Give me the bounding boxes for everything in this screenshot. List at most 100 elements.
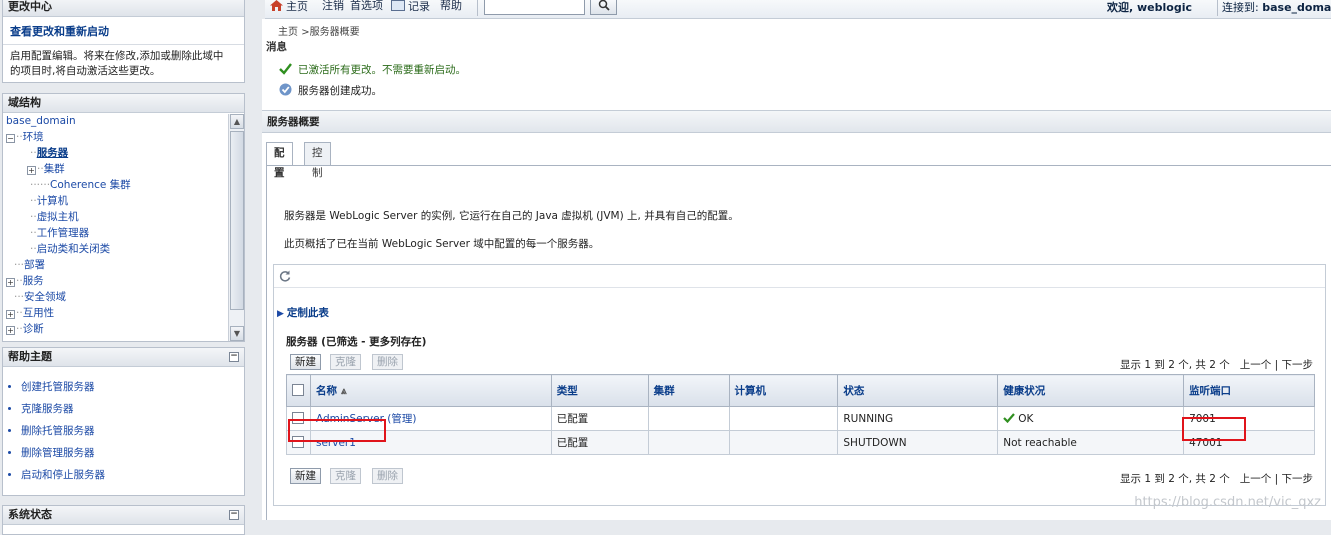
help-link-start-stop-servers[interactable]: 启动和停止服务器: [21, 464, 244, 486]
tree-item-domain[interactable]: base_domain: [6, 114, 228, 130]
help-link-delete-managed-server[interactable]: 删除托管服务器: [21, 420, 244, 442]
pager-next-link[interactable]: 下一步: [1282, 359, 1314, 371]
checkmark-icon: [1003, 412, 1016, 423]
logout-link[interactable]: 注销: [322, 0, 344, 16]
highlight-box-server-name: [288, 419, 386, 442]
cc-text-line2: 的项目时,将自动激活这些更改。: [10, 65, 161, 77]
tree-item-startup-classes[interactable]: ··启动类和关闭类: [6, 242, 228, 258]
tree-item-coherence[interactable]: ······Coherence 集群: [6, 178, 228, 194]
tree-item-security-realms[interactable]: ···安全领域: [6, 290, 228, 306]
help-link[interactable]: 帮助: [440, 0, 462, 16]
tree-label[interactable]: 工作管理器: [37, 227, 90, 239]
tree-label[interactable]: 部署: [24, 259, 45, 271]
column-header-state[interactable]: 状态: [837, 374, 999, 407]
tree-item-diagnostics[interactable]: + ··诊断: [6, 322, 228, 338]
tree-label[interactable]: base_domain: [6, 115, 76, 127]
select-all-checkbox[interactable]: [292, 384, 304, 396]
highlight-box-listen-port: [1182, 417, 1246, 441]
expand-icon[interactable]: +: [27, 166, 36, 175]
tree-item-interoperability[interactable]: + ··互用性: [6, 306, 228, 322]
cc-text-line1: 启用配置编辑。将来在修改,添加或删除此域中: [10, 50, 224, 62]
tree-item-deployments[interactable]: ···部署: [6, 258, 228, 274]
sort-ascending-icon[interactable]: ⩓: [341, 386, 347, 397]
collapse-panel-icon[interactable]: −: [229, 352, 239, 362]
tree-label[interactable]: Coherence 集群: [50, 179, 131, 191]
tree-scrollbar[interactable]: ▲ ▼: [228, 114, 244, 341]
collapse-icon[interactable]: −: [6, 134, 15, 143]
help-link-clone-server[interactable]: 克隆服务器: [21, 398, 244, 420]
servers-table: 名称 ⩓ 类型 集群 计算机 状态 健康状况 监听端口 AdminServer (…: [286, 374, 1315, 455]
tree-item-servers[interactable]: ··服务器: [6, 146, 228, 162]
tree-label[interactable]: 计算机: [37, 195, 69, 207]
tree-item-services[interactable]: + ··服务: [6, 274, 228, 290]
tree-label-selected[interactable]: 服务器: [37, 147, 69, 159]
collapse-panel-icon[interactable]: −: [229, 510, 239, 520]
tree-label[interactable]: 集群: [44, 163, 65, 175]
breadcrumb-home-link[interactable]: 主页: [278, 27, 298, 38]
preferences-link[interactable]: 首选项: [350, 0, 383, 16]
column-header-name-label[interactable]: 名称: [316, 385, 337, 397]
server-health-cell: OK: [997, 406, 1185, 431]
connected-to: 连接到: base_domain: [1222, 0, 1331, 15]
connected-label: 连接到:: [1222, 1, 1259, 14]
customize-table-link[interactable]: ▶ 定制此表: [277, 305, 329, 320]
top-toolbar: 主页 注销 首选项 记录 帮助 欢迎, weblogic 连接到: base_d…: [265, 0, 1331, 19]
scroll-thumb[interactable]: [230, 131, 244, 310]
search-button[interactable]: [590, 0, 617, 15]
home-label[interactable]: 主页: [286, 0, 308, 13]
left-sidebar: 更改中心 查看更改和重新启动 启用配置编辑。将来在修改,添加或删除此域中 的项目…: [0, 0, 247, 535]
expand-icon[interactable]: +: [6, 310, 15, 319]
delete-button[interactable]: 删除: [372, 354, 403, 370]
help-link-delete-admin-server[interactable]: 删除管理服务器: [21, 442, 244, 464]
expand-icon[interactable]: +: [6, 326, 15, 335]
tree-label[interactable]: 虚拟主机: [37, 211, 79, 223]
pager-prev-link[interactable]: 上一个: [1240, 359, 1272, 371]
pager-count: 显示 1 到 2 个, 共 2 个: [1120, 473, 1230, 485]
tab-control[interactable]: 控制: [304, 142, 331, 179]
clone-button[interactable]: 克隆: [330, 354, 361, 370]
customize-table-label[interactable]: 定制此表: [287, 307, 329, 319]
tree-item-clusters[interactable]: + ··集群: [6, 162, 228, 178]
record-label[interactable]: 记录: [408, 0, 430, 13]
tree-item-environment[interactable]: − ··环境: [6, 130, 228, 146]
home-link[interactable]: 主页: [270, 0, 308, 16]
search-input[interactable]: [484, 0, 585, 15]
main-content: 主页 >服务器概要 消息 已激活所有更改。不需要重新启动。 服务器创建成功。 服…: [262, 19, 1331, 520]
record-link[interactable]: 记录: [391, 0, 430, 16]
tree-item-work-managers[interactable]: ··工作管理器: [6, 226, 228, 242]
tree-label[interactable]: 环境: [23, 131, 44, 143]
delete-button[interactable]: 删除: [372, 468, 403, 484]
scroll-up-arrow-icon[interactable]: ▲: [230, 114, 244, 129]
column-header-type[interactable]: 类型: [550, 374, 649, 407]
clone-button[interactable]: 克隆: [330, 468, 361, 484]
column-header-cluster[interactable]: 集群: [647, 374, 730, 407]
server-machine-cell: [728, 430, 839, 455]
tree-item-virtual-hosts[interactable]: ··虚拟主机: [6, 210, 228, 226]
column-header-health[interactable]: 健康状况: [997, 374, 1185, 407]
message-created-text: 服务器创建成功。: [298, 85, 382, 97]
tree-item-machines[interactable]: ··计算机: [6, 194, 228, 210]
pager-prev-link[interactable]: 上一个: [1240, 473, 1272, 485]
tree-label[interactable]: 诊断: [23, 323, 44, 335]
server-summary-title: 服务器概要: [262, 110, 1331, 133]
column-header-name[interactable]: 名称 ⩓: [309, 374, 552, 407]
pager-count: 显示 1 到 2 个, 共 2 个: [1120, 359, 1230, 371]
pager-next-link[interactable]: 下一步: [1282, 473, 1314, 485]
tree-label[interactable]: 服务: [23, 275, 44, 287]
help-link-create-managed-server[interactable]: 创建托管服务器: [21, 376, 244, 398]
refresh-icon[interactable]: [279, 270, 291, 282]
server-machine-cell: [728, 406, 839, 431]
tree-label[interactable]: 互用性: [23, 307, 55, 319]
new-button[interactable]: 新建: [290, 354, 321, 370]
column-header-listen-port[interactable]: 监听端口: [1183, 374, 1315, 407]
tree-label[interactable]: 启动类和关闭类: [37, 243, 111, 255]
expand-triangle-icon: ▶: [277, 309, 284, 319]
new-button[interactable]: 新建: [290, 468, 321, 484]
column-header-machine[interactable]: 计算机: [728, 374, 839, 407]
expand-icon[interactable]: +: [6, 278, 15, 287]
tab-configuration[interactable]: 配置: [266, 142, 293, 179]
tree-label[interactable]: 安全领域: [24, 291, 66, 303]
view-changes-link[interactable]: 查看更改和重新启动: [3, 17, 244, 39]
search-icon: [598, 0, 610, 11]
scroll-down-arrow-icon[interactable]: ▼: [230, 326, 244, 341]
